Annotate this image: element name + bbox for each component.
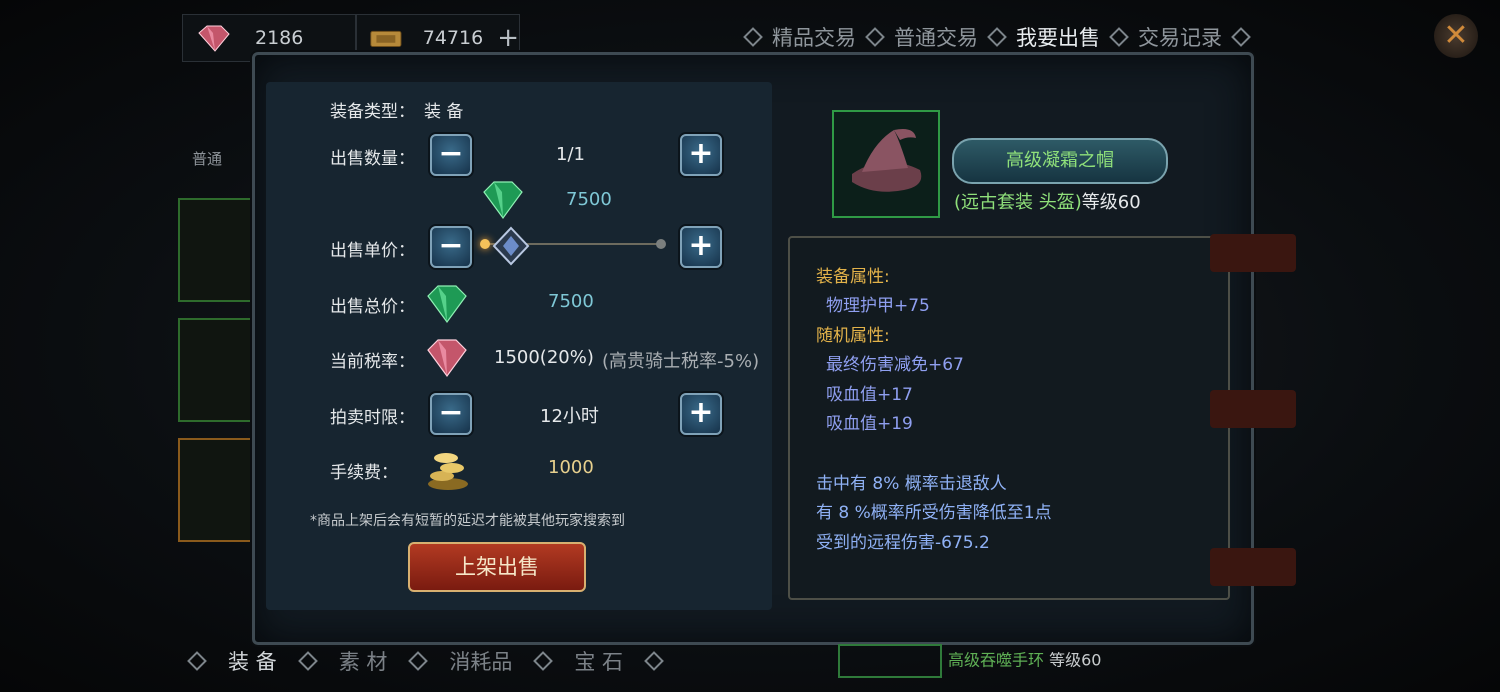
bottom-item-icon: [838, 644, 942, 678]
item-name-button[interactable]: 高级凝霜之帽: [952, 138, 1168, 184]
inventory-slot[interactable]: [178, 438, 256, 542]
effect-ranged-damage: 受到的远程伤害-675.2: [816, 533, 990, 553]
tab-normal-trade[interactable]: 普通交易: [894, 22, 978, 52]
inventory-slot[interactable]: [178, 198, 256, 302]
tax-label: 当前税率：: [330, 352, 415, 372]
wizard-hat-icon: [852, 129, 922, 192]
bottom-item-level: 等级60: [1049, 650, 1102, 670]
time-limit-value: 12小时: [540, 406, 599, 427]
item-level: 等级60: [1081, 192, 1141, 213]
unit-price-label: 出售单价：: [330, 241, 415, 261]
tab-divider-icon: [865, 27, 885, 47]
equip-attr-header: 装备属性:: [816, 267, 890, 287]
tab-divider-icon: [743, 27, 763, 47]
effect-damage-reduce: 有 8 %概率所受伤害降低至1点: [816, 503, 1052, 523]
bottom-category-tabs: 装 备 素 材 消耗品 宝 石: [186, 646, 665, 676]
tab-equipment[interactable]: 装 备: [228, 646, 277, 676]
slider-end-dot: [656, 239, 666, 249]
type-label: 装备类型：: [330, 102, 415, 122]
background-cancel-button: [1210, 390, 1296, 428]
tab-trade-history[interactable]: 交易记录: [1138, 22, 1222, 52]
random-attr-header: 随机属性:: [816, 326, 890, 346]
price-minus-button[interactable]: −: [430, 226, 472, 268]
tab-divider-icon: [1231, 27, 1251, 47]
close-icon[interactable]: ✕: [1434, 14, 1478, 58]
ticket-count: 74716: [422, 27, 484, 49]
time-plus-button[interactable]: +: [680, 393, 722, 435]
tab-sell[interactable]: 我要出售: [1016, 22, 1100, 52]
green-gem-icon: [483, 181, 523, 220]
random-attr-item: 吸血值+17: [826, 385, 913, 405]
tab-divider-icon: [408, 651, 429, 671]
total-price-label: 出售总价：: [330, 297, 415, 317]
slider-handle-icon[interactable]: [492, 226, 530, 266]
green-gem-icon: [427, 285, 467, 324]
time-limit-label: 拍卖时限：: [330, 408, 415, 428]
gold-coins-icon: [428, 453, 468, 490]
tab-materials[interactable]: 素 材: [339, 646, 388, 676]
qty-label: 出售数量：: [330, 149, 415, 169]
fee-label: 手续费：: [330, 463, 398, 483]
random-attr-item: 吸血值+19: [826, 414, 913, 434]
unit-price-value: 7500: [566, 189, 612, 210]
item-set-info: (远古套装 头盔): [954, 192, 1082, 213]
top-tab-bar: 精品交易 普通交易 我要出售 交易记录: [742, 22, 1252, 52]
red-gem-icon: [198, 25, 230, 52]
tax-value: 1500(20%): [494, 347, 594, 368]
effect-knockback: 击中有 8% 概率击退敌人: [816, 474, 1007, 494]
tab-divider-icon: [644, 651, 664, 671]
time-minus-button[interactable]: −: [430, 393, 472, 435]
slider-start-dot: [480, 239, 490, 249]
total-price-value: 7500: [548, 291, 594, 312]
tab-divider-icon: [987, 27, 1007, 47]
item-icon-frame: [832, 110, 940, 218]
listing-delay-note: *商品上架后会有短暂的延迟才能被其他玩家搜索到: [310, 513, 625, 529]
tab-premium-trade[interactable]: 精品交易: [772, 22, 856, 52]
type-value: 装 备: [424, 102, 464, 122]
tab-consumables[interactable]: 消耗品: [449, 646, 512, 676]
qty-plus-button[interactable]: +: [680, 134, 722, 176]
tab-divider-icon: [533, 651, 554, 671]
list-for-sale-button[interactable]: 上架出售: [408, 542, 586, 592]
item-set-line: (远古套装 头盔)等级60: [954, 188, 1141, 214]
tax-discount-note: (高贵骑士税率-5%): [602, 351, 760, 372]
tab-divider-icon: [187, 651, 207, 671]
category-normal[interactable]: 普通: [192, 148, 222, 169]
gem-count: 2186: [255, 27, 304, 49]
random-attr-item: 最终伤害减免+67: [826, 355, 964, 375]
equip-attr-item: 物理护甲+75: [826, 296, 930, 316]
bottom-item-name: 高级吞噬手环: [948, 650, 1045, 670]
tab-gems[interactable]: 宝 石: [574, 646, 623, 676]
add-currency-button[interactable]: +: [497, 25, 519, 51]
ticket-icon: [370, 30, 402, 47]
inventory-slot[interactable]: [178, 318, 256, 422]
qty-minus-button[interactable]: −: [430, 134, 472, 176]
background-cancel-button: [1210, 234, 1296, 272]
background-cancel-button: [1210, 548, 1296, 586]
qty-value: 1/1: [556, 144, 585, 165]
red-gem-icon: [427, 339, 467, 378]
tab-divider-icon: [1109, 27, 1129, 47]
price-plus-button[interactable]: +: [680, 226, 722, 268]
attribute-list: 装备属性: 物理护甲+75 随机属性: 最终伤害减免+67 吸血值+17 吸血值…: [816, 262, 1216, 562]
fee-value: 1000: [548, 457, 594, 478]
bottom-list-item[interactable]: 高级吞噬手环 等级60: [838, 644, 1101, 678]
tab-divider-icon: [297, 651, 318, 671]
